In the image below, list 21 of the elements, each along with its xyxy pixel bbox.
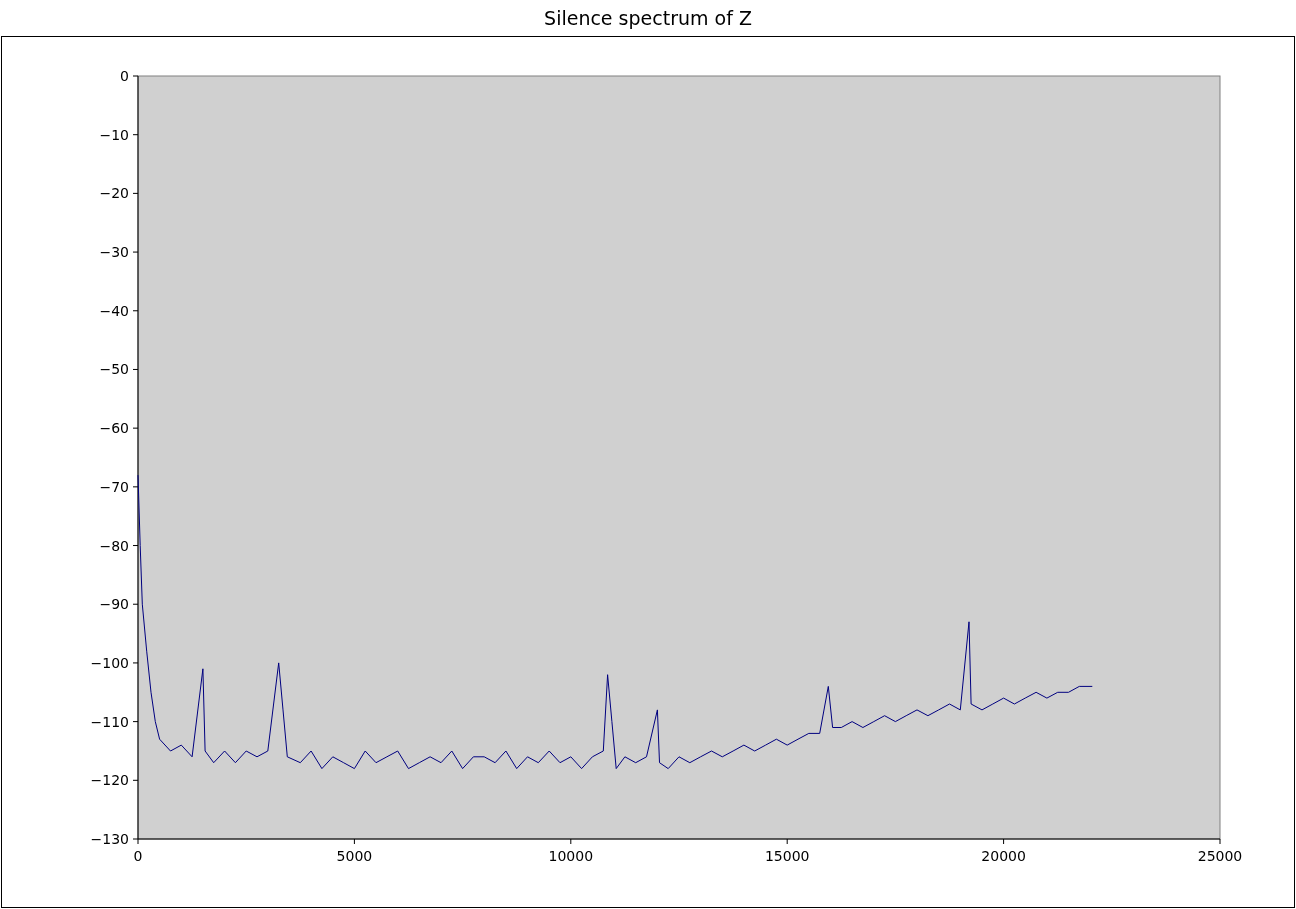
y-tick-label: −90 bbox=[99, 596, 129, 613]
y-tick-label: −120 bbox=[90, 772, 129, 789]
y-tick-label: 0 bbox=[120, 68, 129, 84]
x-tick-label: 5000 bbox=[336, 848, 373, 864]
y-tick-label: −70 bbox=[99, 478, 129, 495]
chart-title: Silence spectrum of Z bbox=[544, 5, 752, 31]
y-tick-label: −50 bbox=[99, 361, 129, 378]
y-tick-label: −60 bbox=[99, 420, 129, 437]
y-tick-label: −110 bbox=[90, 713, 129, 730]
y-tick-label: −10 bbox=[99, 126, 129, 143]
y-tick-label: −30 bbox=[99, 244, 129, 261]
x-tick-label: 25000 bbox=[1197, 848, 1243, 864]
y-tick-label: −40 bbox=[99, 302, 129, 319]
x-tick-label: 15000 bbox=[764, 848, 810, 864]
y-tick-label: −80 bbox=[99, 537, 129, 554]
x-tick-label: 10000 bbox=[548, 848, 594, 864]
y-tick-label: −20 bbox=[99, 185, 129, 202]
x-tick-label: 0 bbox=[133, 848, 143, 864]
y-tick-label: −100 bbox=[90, 654, 129, 671]
y-tick-label: −130 bbox=[90, 831, 129, 847]
x-tick-label: 20000 bbox=[981, 848, 1026, 864]
